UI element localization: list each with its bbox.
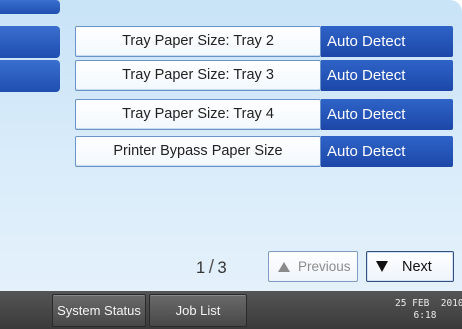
tray2-paper-size-value: Auto Detect <box>321 26 453 57</box>
system-status-button[interactable]: System Status <box>52 294 146 327</box>
setting-row-tray2: Tray Paper Size: Tray 2 Auto Detect <box>75 26 453 57</box>
tray2-paper-size-button[interactable]: Tray Paper Size: Tray 2 <box>75 26 321 57</box>
left-tab-1[interactable] <box>0 26 60 58</box>
previous-button[interactable]: Previous <box>268 251 358 282</box>
date-time-display: 25 FEB 2010 6:18 <box>395 298 462 322</box>
current-page: 1 <box>196 259 206 277</box>
bypass-paper-size-value: Auto Detect <box>321 136 453 167</box>
status-bar: System Status Job List <box>0 291 462 329</box>
left-tab-top[interactable] <box>0 0 60 14</box>
next-button[interactable]: Next <box>366 251 454 282</box>
setting-row-tray4: Tray Paper Size: Tray 4 Auto Detect <box>75 99 453 130</box>
setting-row-bypass: Printer Bypass Paper Size Auto Detect <box>75 136 453 167</box>
time-text: 6:18 <box>413 310 437 321</box>
triangle-up-icon <box>278 261 290 272</box>
setting-row-tray3: Tray Paper Size: Tray 3 Auto Detect <box>75 60 453 91</box>
next-label: Next <box>402 258 432 275</box>
total-pages: 3 <box>217 259 228 277</box>
settings-panel: Tray Paper Size: Tray 2 Auto Detect Tray… <box>0 0 462 291</box>
tray3-paper-size-button[interactable]: Tray Paper Size: Tray 3 <box>75 60 321 91</box>
job-list-button[interactable]: Job List <box>149 294 247 327</box>
tray3-paper-size-value: Auto Detect <box>321 60 453 91</box>
triangle-down-icon <box>376 261 388 272</box>
previous-label: Previous <box>298 259 351 274</box>
left-tab-2[interactable] <box>0 60 60 92</box>
tray4-paper-size-button[interactable]: Tray Paper Size: Tray 4 <box>75 99 321 130</box>
bypass-paper-size-button[interactable]: Printer Bypass Paper Size <box>75 136 321 167</box>
page-indicator: 1/3 <box>196 257 227 279</box>
tray4-paper-size-value: Auto Detect <box>321 99 453 130</box>
page-separator: / <box>208 257 215 278</box>
date-text: 25 FEB 2010 <box>395 298 462 309</box>
